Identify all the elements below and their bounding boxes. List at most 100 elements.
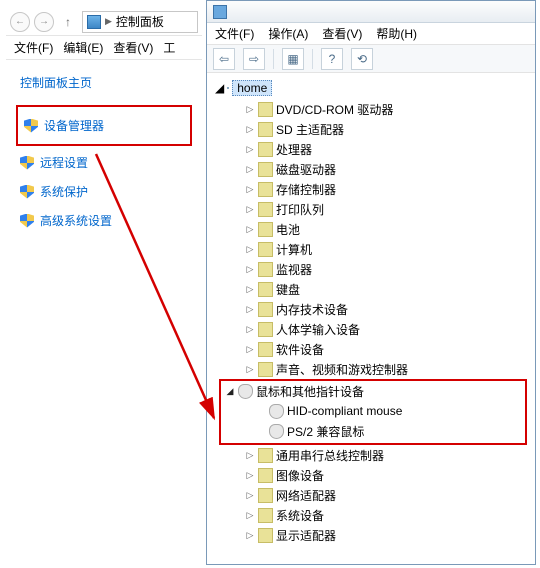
nav-back-button[interactable]: ← [10, 12, 30, 32]
tree-category[interactable]: ▷图像设备 [211, 465, 531, 485]
tree-category[interactable]: ▷内存技术设备 [211, 299, 531, 319]
tree-category[interactable]: ▷通用串行总线控制器 [211, 445, 531, 465]
control-panel-window: ← → ↑ ▶ 控制面板 文件(F) 编辑(E) 查看(V) 工 控制面板主页 … [6, 8, 202, 568]
address-bar[interactable]: ▶ 控制面板 [82, 11, 198, 33]
device-manager-icon [213, 5, 227, 19]
tree-category[interactable]: ▷磁盘驱动器 [211, 159, 531, 179]
tree-category-label: 存储控制器 [276, 181, 336, 198]
tree-category-label: 软件设备 [276, 341, 324, 358]
device-category-icon [258, 262, 273, 277]
cp-item-device-manager[interactable]: 设备管理器 [20, 113, 188, 138]
cp-home-link[interactable]: 控制面板主页 [16, 70, 192, 101]
tree-category[interactable]: ▷计算机 [211, 239, 531, 259]
device-category-icon [258, 202, 273, 217]
device-category-icon [258, 282, 273, 297]
cp-sidebar: 控制面板主页 设备管理器 远程设置 系统保护 高级系统设置 [6, 60, 202, 247]
device-category-icon [258, 342, 273, 357]
tree-category[interactable]: ▷打印队列 [211, 199, 531, 219]
tree-root[interactable]: ◢ home [211, 77, 531, 99]
device-category-icon [258, 528, 273, 543]
expand-arrow-icon[interactable]: ▷ [245, 510, 255, 521]
device-category-icon [258, 362, 273, 377]
expand-arrow-icon[interactable]: ▷ [245, 264, 255, 275]
tree-device-label: PS/2 兼容鼠标 [287, 423, 364, 440]
tree-category[interactable]: ▷DVD/CD-ROM 驱动器 [211, 99, 531, 119]
nav-forward-button[interactable]: → [34, 12, 54, 32]
menu-file[interactable]: 文件(F) [215, 25, 254, 42]
tree-category[interactable]: ▷ 显示适配器 [211, 525, 531, 545]
device-manager-window: 文件(F) 操作(A) 查看(V) 帮助(H) ⇦ ⇨ ▦ ? ⟲ ◢ home… [206, 0, 536, 565]
expand-arrow-icon[interactable]: ▷ [245, 284, 255, 295]
toolbar-refresh-button[interactable]: ⟲ [351, 48, 373, 70]
cp-item-advanced-system-settings[interactable]: 高级系统设置 [16, 208, 192, 233]
expand-arrow-icon[interactable]: ▷ [245, 470, 255, 481]
menu-help[interactable]: 帮助(H) [376, 25, 417, 42]
menu-view[interactable]: 查看(V) [322, 25, 362, 42]
tree-category[interactable]: ▷声音、视频和游戏控制器 [211, 359, 531, 379]
toolbar-help-button[interactable]: ? [321, 48, 343, 70]
shield-icon [20, 214, 34, 228]
expand-arrow-icon[interactable]: ▷ [245, 144, 255, 155]
shield-icon [24, 119, 38, 133]
control-panel-icon [87, 15, 101, 29]
tree-category[interactable]: ▷ 存储控制器 [211, 179, 531, 199]
expand-arrow-icon[interactable]: ▷ [245, 184, 255, 195]
tree-category[interactable]: ▷ 软件设备 [211, 339, 531, 359]
device-category-icon [258, 142, 273, 157]
toolbar-forward-button[interactable]: ⇨ [243, 48, 265, 70]
tree-category[interactable]: ▷系统设备 [211, 505, 531, 525]
toolbar-back-button[interactable]: ⇦ [213, 48, 235, 70]
tree-root-label: home [232, 80, 272, 96]
expand-arrow-icon[interactable]: ▷ [245, 324, 255, 335]
tree-category[interactable]: ▷键盘 [211, 279, 531, 299]
tree-category[interactable]: ▷SD 主适配器 [211, 119, 531, 139]
expand-arrow-icon[interactable]: ▷ [245, 530, 255, 541]
tree-category[interactable]: ▷ 人体学输入设备 [211, 319, 531, 339]
dm-titlebar [207, 1, 535, 23]
mouse-icon [269, 424, 284, 439]
device-category-icon [258, 102, 273, 117]
tree-category[interactable]: ▷ 监视器 [211, 259, 531, 279]
address-text: 控制面板 [116, 13, 164, 30]
tree-category-label: 处理器 [276, 141, 312, 158]
tree-category-label: 人体学输入设备 [276, 321, 360, 338]
tree-category-label: 网络适配器 [276, 487, 336, 504]
tree-category-label: 电池 [276, 221, 300, 238]
tree-device-hid-mouse[interactable]: HID-compliant mouse [221, 401, 525, 421]
tree-category[interactable]: ▷ 处理器 [211, 139, 531, 159]
expand-arrow-icon[interactable]: ▷ [245, 204, 255, 215]
menu-file[interactable]: 文件(F) [14, 39, 53, 56]
expand-arrow-icon[interactable]: ▷ [245, 304, 255, 315]
cp-menubar: 文件(F) 编辑(E) 查看(V) 工 [6, 36, 202, 60]
menu-tools[interactable]: 工 [163, 39, 175, 56]
menu-view[interactable]: 查看(V) [113, 39, 153, 56]
menu-action[interactable]: 操作(A) [268, 25, 308, 42]
tree-category[interactable]: ▷ 电池 [211, 219, 531, 239]
expand-arrow-icon[interactable]: ▷ [245, 224, 255, 235]
cp-item-label: 系统保护 [40, 183, 88, 200]
nav-up-button[interactable]: ↑ [58, 12, 78, 32]
toolbar-separator [312, 49, 313, 69]
expand-arrow-icon[interactable]: ▷ [245, 344, 255, 355]
tree-category-mouse[interactable]: ◢ 鼠标和其他指针设备 [221, 381, 525, 401]
expand-arrow-icon[interactable]: ▷ [245, 244, 255, 255]
toolbar-view-button[interactable]: ▦ [282, 48, 304, 70]
menu-edit[interactable]: 编辑(E) [63, 39, 103, 56]
expand-arrow-icon[interactable]: ▷ [245, 104, 255, 115]
cp-item-label: 设备管理器 [44, 117, 104, 134]
shield-icon [20, 156, 34, 170]
tree-device-ps2-mouse[interactable]: PS/2 兼容鼠标 [221, 421, 525, 441]
expand-arrow-icon[interactable]: ▷ [245, 450, 255, 461]
expand-arrow-icon[interactable]: ▷ [245, 164, 255, 175]
expand-arrow-icon[interactable]: ▷ [245, 124, 255, 135]
cp-item-system-protection[interactable]: 系统保护 [16, 179, 192, 204]
expand-arrow-icon[interactable]: ▷ [245, 364, 255, 375]
expand-arrow-icon[interactable]: ▷ [245, 490, 255, 501]
tree-category-label: 监视器 [276, 261, 312, 278]
expand-arrow-icon[interactable]: ◢ [225, 386, 235, 397]
expand-arrow-icon[interactable]: ◢ [215, 81, 224, 95]
device-category-icon [258, 322, 273, 337]
tree-category-label: 显示适配器 [276, 527, 336, 544]
tree-category[interactable]: ▷ 网络适配器 [211, 485, 531, 505]
cp-item-remote-settings[interactable]: 远程设置 [16, 150, 192, 175]
